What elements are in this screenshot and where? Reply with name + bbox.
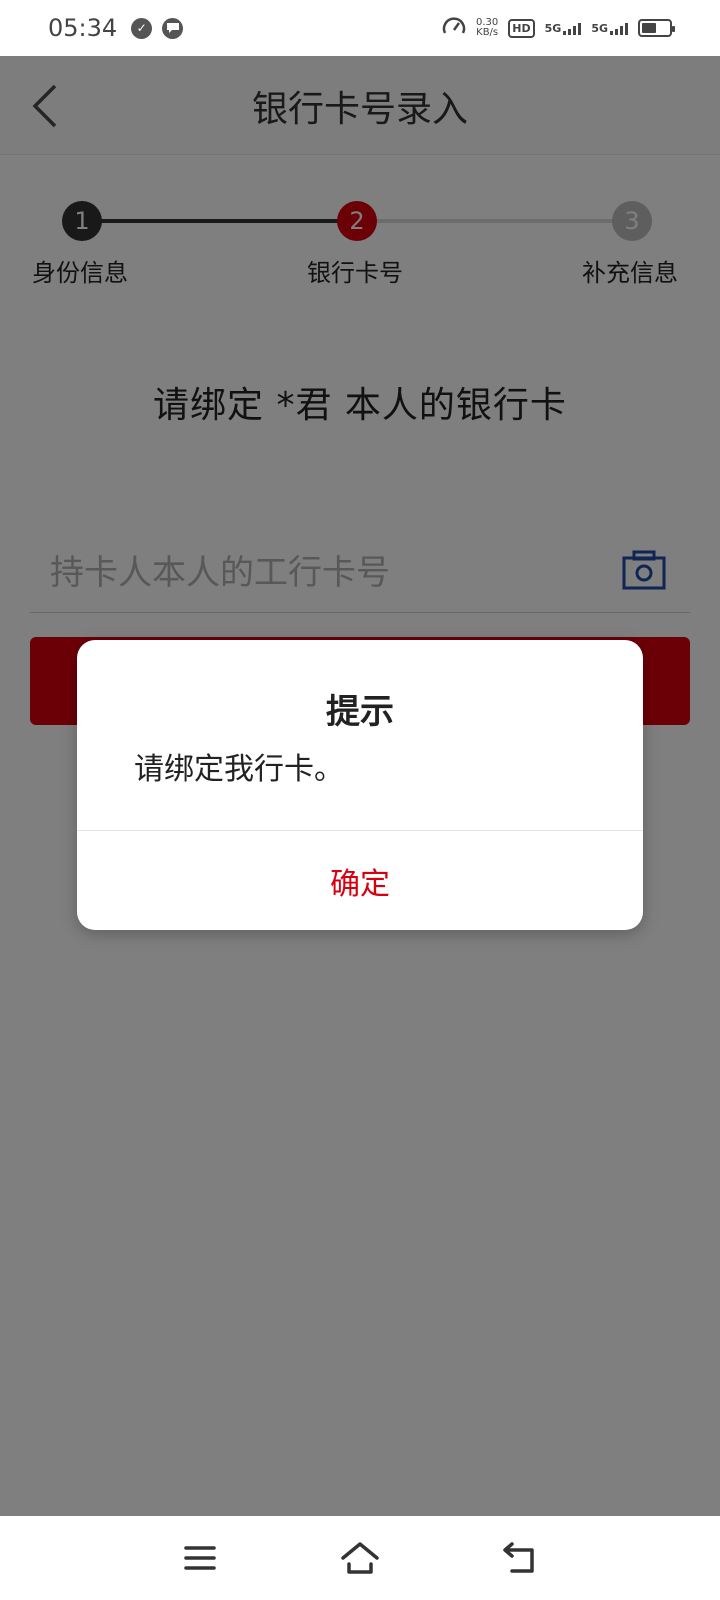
signal-sim1-icon: 5G — [545, 22, 582, 35]
hd-label: HD — [512, 21, 531, 35]
status-bar: 05:34 ✓ 0.30 KB/s HD 5G 5G — [0, 0, 720, 56]
status-right-group: 0.30 KB/s HD 5G 5G — [442, 16, 675, 40]
speedometer-icon — [442, 16, 466, 40]
menu-button[interactable] — [176, 1534, 224, 1582]
home-icon — [341, 1542, 379, 1574]
return-icon — [503, 1542, 534, 1573]
sim1-label: 5G — [544, 21, 562, 35]
speed-unit: KB/s — [476, 27, 499, 38]
confirm-button[interactable]: 确定 — [77, 831, 643, 930]
dialog-message: 请绑定我行卡。 — [134, 752, 344, 787]
hd-voice-icon: HD — [508, 18, 535, 38]
battery-icon — [638, 19, 675, 37]
back-nav-button[interactable] — [496, 1534, 544, 1582]
dialog-title: 提示 — [326, 692, 394, 732]
home-button[interactable] — [336, 1534, 384, 1582]
signal-sim2-icon: 5G — [591, 22, 628, 35]
sim2-label: 5G — [591, 21, 608, 35]
menu-icon — [184, 1546, 216, 1570]
alert-dialog: 提示 请绑定我行卡。 确定 — [77, 640, 643, 930]
message-bubble-icon — [162, 17, 184, 39]
system-nav-bar — [0, 1516, 720, 1600]
check-badge-icon: ✓ — [131, 17, 153, 39]
network-speed: 0.30 KB/s — [476, 18, 498, 38]
status-time: 05:34 — [48, 14, 118, 42]
